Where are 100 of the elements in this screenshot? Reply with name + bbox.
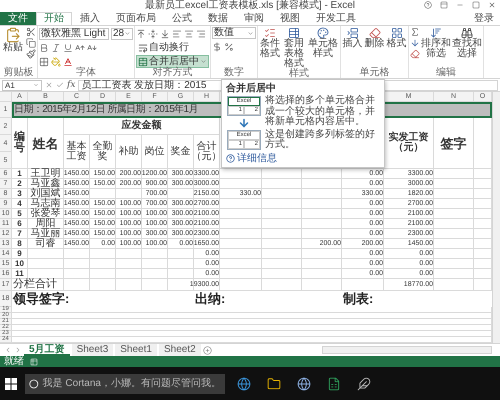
eraser-icon <box>368 27 380 39</box>
empty-cell <box>90 269 116 279</box>
horizontal-scrollbar[interactable] <box>322 346 492 354</box>
border-icon[interactable] <box>39 56 49 66</box>
close-icon[interactable] <box>488 1 496 9</box>
table-cell: 2 <box>12 179 28 189</box>
folder-icon[interactable] <box>267 376 281 390</box>
help-icon[interactable] <box>424 1 432 9</box>
sheet-tab[interactable]: Sheet2 <box>158 344 201 356</box>
copy-icon[interactable] <box>26 38 36 48</box>
empty-cell <box>302 179 342 189</box>
paste-button[interactable]: 粘贴 <box>1 27 25 53</box>
ribbon-button[interactable]: 查找和选择 <box>452 27 482 59</box>
vertical-scrollbar[interactable] <box>492 92 500 343</box>
empty-cell <box>116 259 142 269</box>
empty-cell <box>64 279 90 291</box>
ribbon-tab[interactable]: 插入 <box>72 12 108 25</box>
ribbon-button[interactable]: 条件格式 <box>259 27 281 59</box>
start-icon[interactable] <box>5 378 17 390</box>
ribbon-tab[interactable]: 公式 <box>164 12 200 25</box>
signature-label: 出纳: <box>195 292 226 306</box>
feather-icon[interactable] <box>357 376 371 390</box>
empty-cell <box>262 239 302 249</box>
ribbon-tab[interactable]: 视图 <box>272 12 308 25</box>
maximize-icon[interactable] <box>472 1 480 9</box>
font-color-icon[interactable] <box>63 56 73 66</box>
ribbon-tab[interactable]: 开始 <box>36 12 72 25</box>
bold-icon[interactable] <box>39 42 49 52</box>
ribbon-tab[interactable]: 页面布局 <box>108 12 164 25</box>
empty-cell <box>302 249 342 259</box>
sign-in-link[interactable]: 登录 <box>474 12 494 25</box>
next-sheet-icon[interactable] <box>14 346 22 354</box>
cancel-icon[interactable] <box>45 81 53 89</box>
empty-cell <box>116 249 142 259</box>
search-icon <box>461 27 473 39</box>
empty-cell <box>142 249 168 259</box>
ribbon-button[interactable]: 删除 <box>364 27 385 49</box>
empty-cell <box>28 259 64 269</box>
sheet-tab[interactable]: 5月工资 <box>24 344 70 356</box>
empty-cell <box>262 209 302 219</box>
ribbon-tab[interactable]: 数据 <box>200 12 236 25</box>
clear-icon[interactable] <box>410 49 420 59</box>
number-format-dropdown[interactable]: 数值 <box>212 27 256 39</box>
table-cell: 10 <box>12 259 28 269</box>
browser-icon[interactable] <box>237 376 251 390</box>
sheet-tab[interactable]: Sheet3 <box>72 344 114 356</box>
empty-cell <box>220 219 262 229</box>
paintbrush-icon[interactable] <box>26 49 36 59</box>
empty-cell <box>220 169 262 179</box>
empty-cell <box>262 269 302 279</box>
empty-cell <box>116 189 142 199</box>
empty-cell <box>262 249 302 259</box>
empty-cell <box>28 269 64 279</box>
fill-icon[interactable] <box>410 38 420 48</box>
check-icon[interactable] <box>56 81 64 89</box>
align-center-icon[interactable] <box>184 28 194 38</box>
fill-color-icon[interactable] <box>51 56 61 66</box>
ribbon-display-icon[interactable] <box>440 1 448 9</box>
sum-icon[interactable] <box>410 27 420 37</box>
align-bottom-icon[interactable] <box>160 28 170 38</box>
empty-cell <box>90 189 116 199</box>
sheet-tab[interactable]: Sheet1 <box>115 344 157 356</box>
align-right-icon[interactable] <box>196 28 206 38</box>
align-top-icon[interactable] <box>136 28 146 38</box>
cut-icon[interactable] <box>26 27 36 37</box>
wrap-text-button[interactable]: 自动换行 <box>136 41 209 54</box>
globe-icon[interactable] <box>297 376 311 390</box>
font-name-dropdown[interactable]: 微软雅黑 Light <box>39 28 109 40</box>
underline-icon[interactable] <box>63 42 73 52</box>
align-left-icon[interactable] <box>172 28 182 38</box>
add-sheet-icon[interactable] <box>202 346 212 354</box>
empty-cell <box>434 189 474 199</box>
merge-center-button[interactable]: 合并后居中 <box>136 55 209 68</box>
previous-sheet-icon[interactable] <box>4 346 12 354</box>
help-icon <box>226 154 235 162</box>
insert-function-button[interactable]: fx <box>67 80 76 90</box>
font-grow-icon[interactable] <box>75 42 85 52</box>
column-header: 签字 <box>434 118 474 169</box>
currency-icon[interactable] <box>212 42 222 52</box>
italic-icon[interactable] <box>51 42 61 52</box>
percent-icon[interactable] <box>224 42 234 52</box>
empty-cell <box>434 209 474 219</box>
ribbon-button[interactable]: 排序和筛选 <box>421 27 451 59</box>
font-shrink-icon[interactable] <box>87 42 97 52</box>
more-info-link[interactable]: 详细信息 <box>226 152 277 164</box>
empty-cell <box>220 229 262 239</box>
table-cell: 4 <box>12 199 28 209</box>
ribbon-button[interactable]: 格式 <box>386 27 407 49</box>
ribbon-tab[interactable]: 文件 <box>0 12 36 25</box>
name-box[interactable]: A1 <box>2 80 42 90</box>
font-size-dropdown[interactable]: 28 <box>111 28 133 40</box>
ribbon-button[interactable]: 插入 <box>342 27 363 49</box>
empty-cell <box>64 259 90 269</box>
ribbon-button[interactable]: 单元格样式 <box>307 27 339 59</box>
spreadsheet-icon[interactable] <box>327 376 341 390</box>
ribbon-tab[interactable]: 审阅 <box>236 12 272 25</box>
ribbon-button[interactable]: 套用表格格式 <box>282 27 306 69</box>
empty-cell <box>434 229 474 239</box>
ribbon-tab[interactable]: 开发工具 <box>308 12 364 25</box>
search-field[interactable]: 我是 Cortana，小娜。有问题尽管问我。 <box>25 374 225 394</box>
